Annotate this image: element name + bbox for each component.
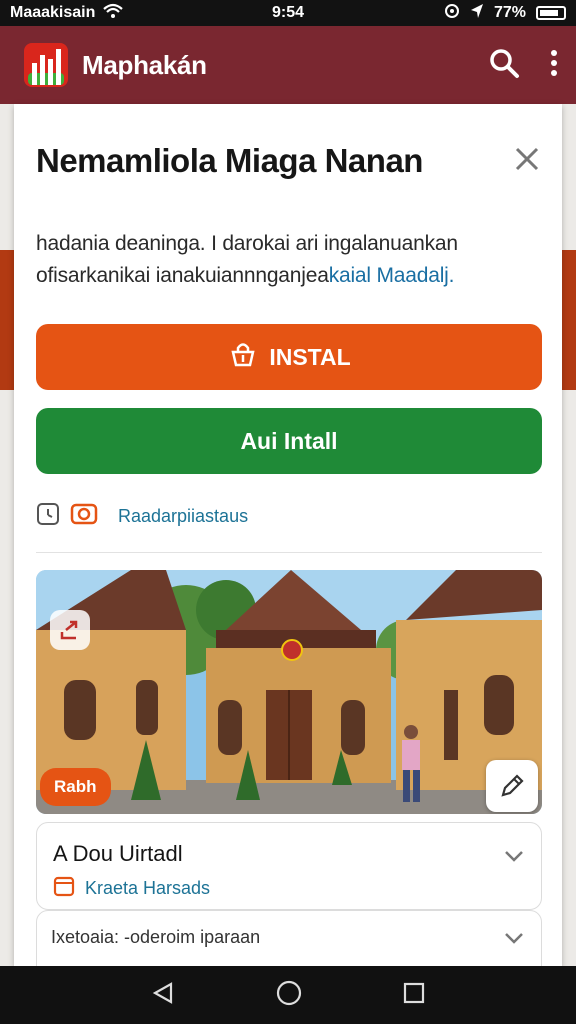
- description-link[interactable]: kaial Maadalj.: [329, 264, 455, 287]
- status-bar: Maaakisain 9:54 77%: [0, 0, 576, 26]
- preview-photo[interactable]: Rabh: [36, 570, 542, 814]
- chevron-down-icon[interactable]: [503, 845, 525, 867]
- battery-icon: [536, 6, 566, 20]
- dialog-title: Nemamliola Miaga Nanan: [36, 142, 423, 179]
- meta-link[interactable]: Raadarpiiastaus: [118, 506, 248, 527]
- clock-icon: [36, 502, 60, 531]
- clock: 9:54: [271, 4, 305, 21]
- back-icon[interactable]: [151, 981, 175, 1010]
- photo-badge[interactable]: Rabh: [40, 768, 111, 806]
- list-item-title: Ixetoaia: -oderoim iparaan: [51, 927, 261, 947]
- temple-illustration: [36, 570, 542, 814]
- app-bar: Maphakán: [0, 26, 576, 104]
- sync-icon: [444, 3, 460, 24]
- quick-install-button[interactable]: Aui Intall: [36, 408, 542, 474]
- battery-percent: 77%: [493, 4, 526, 21]
- search-icon[interactable]: [488, 47, 520, 84]
- list-item-subtitle: Kraeta Harsads: [53, 875, 210, 902]
- app-title: Maphakán: [82, 49, 207, 80]
- list-item-title: A Dou Uirtadl: [53, 841, 183, 866]
- location-icon: [470, 3, 484, 24]
- dialog-description: hadania deaninga. I darokai ari ingalanu…: [36, 228, 536, 292]
- more-vert-icon[interactable]: [550, 49, 558, 82]
- description-text: ofisarkanikai ianakuiannnganjea: [36, 264, 329, 287]
- install-dialog: Nemamliola Miaga Nanan hadania deaninga.…: [14, 104, 562, 966]
- home-icon[interactable]: [276, 980, 302, 1011]
- app-logo-icon: [22, 41, 70, 89]
- install-icon: [227, 338, 259, 376]
- wifi-icon: [103, 3, 124, 24]
- system-nav-bar: [0, 966, 576, 1024]
- chevron-down-icon[interactable]: [503, 927, 525, 949]
- list-item[interactable]: Ixetoaia: -oderoim iparaan: [36, 910, 542, 966]
- calendar-icon: [53, 875, 75, 902]
- description-line-1: hadania deaninga. I darokai ari ingalanu…: [36, 232, 458, 255]
- list-item-sub-text[interactable]: Kraeta Harsads: [85, 878, 210, 899]
- quick-install-label: Aui Intall: [240, 427, 338, 454]
- list-item[interactable]: A Dou Uirtadl Kraeta Harsads: [36, 822, 542, 910]
- install-button[interactable]: INSTAL: [36, 324, 542, 390]
- camera-icon: [70, 502, 98, 531]
- install-label: INSTAL: [269, 343, 351, 370]
- divider: [36, 552, 542, 553]
- description-line-2: ofisarkanikai ianakuiannnganjeakaial Maa…: [36, 260, 536, 292]
- meta-row: Raadarpiiastaus: [36, 502, 248, 531]
- carrier-label: Maaakisain: [10, 4, 96, 21]
- close-icon[interactable]: [512, 144, 542, 174]
- edit-icon[interactable]: [486, 760, 538, 812]
- share-icon[interactable]: [50, 610, 90, 650]
- recents-icon[interactable]: [403, 982, 425, 1009]
